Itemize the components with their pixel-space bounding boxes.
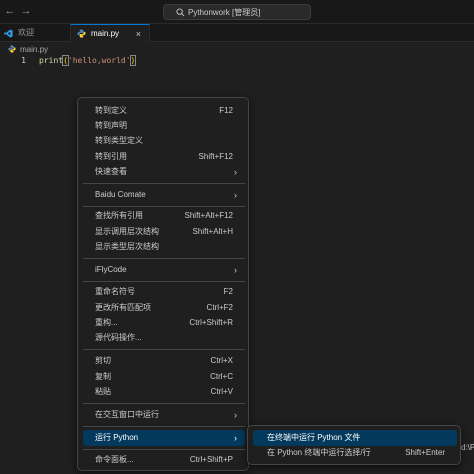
menu-item-shortcut: Ctrl+C <box>210 372 233 381</box>
menu-item-command-palette[interactable]: 命令面板... Ctrl+Shift+P <box>83 452 245 468</box>
menu-item-label: 重构... <box>95 318 118 327</box>
menu-item-label: 运行 Python <box>95 433 139 442</box>
command-center-search[interactable]: Pythonwork [管理员] <box>163 4 311 20</box>
menu-item-label: Baidu Comate <box>95 190 146 199</box>
menu-item-label: 转到定义 <box>95 106 127 115</box>
code-line[interactable]: print('hello,world') <box>39 55 137 67</box>
chevron-right-icon: › <box>234 410 237 420</box>
menu-item-paste[interactable]: 粘贴 Ctrl+V <box>83 384 245 400</box>
menu-item-label: 重命名符号 <box>95 287 135 296</box>
menu-item-label: 命令面板... <box>95 455 134 464</box>
command-center-text: Pythonwork [管理员] <box>188 8 261 17</box>
menu-separator <box>83 183 245 184</box>
menu-item-shortcut: Ctrl+X <box>210 356 233 365</box>
menu-item-label: 转到引用 <box>95 152 127 161</box>
menu-separator <box>83 258 245 259</box>
menu-item-shortcut: Ctrl+V <box>210 387 233 396</box>
code-function: print <box>39 56 64 65</box>
menu-item-shortcut: Shift+F12 <box>198 152 233 161</box>
python-icon <box>8 45 16 53</box>
menu-item-label: 源代码操作... <box>95 333 142 342</box>
menu-separator <box>83 281 245 282</box>
menu-separator <box>83 403 245 404</box>
tab-label: 欢迎 <box>18 28 34 37</box>
menu-item-label: 复制 <box>95 372 111 381</box>
code-string: 'hello,world' <box>67 56 131 65</box>
menu-item-shortcut: F12 <box>219 106 233 115</box>
menu-separator <box>83 206 245 207</box>
menu-item-find-all-references[interactable]: 查找所有引用 Shift+Alt+F12 <box>83 208 245 224</box>
menu-item-label: 剪切 <box>95 356 111 365</box>
menu-item-label: 快速查看 <box>95 167 127 176</box>
menu-item-show-type-hierarchy[interactable]: 显示类型层次结构 <box>83 239 245 255</box>
menu-separator <box>83 426 245 427</box>
chevron-right-icon: › <box>234 265 237 275</box>
menu-item-copy[interactable]: 复制 Ctrl+C <box>83 369 245 385</box>
menu-item-shortcut: F2 <box>223 287 233 296</box>
chevron-right-icon: › <box>234 190 237 200</box>
menu-item-label: 在交互窗口中运行 <box>95 410 159 419</box>
context-menu: 转到定义 F12 转到声明 转到类型定义 转到引用 Shift+F12 快速查看… <box>77 97 249 471</box>
search-icon <box>176 8 185 17</box>
menu-item-change-all-occurrences[interactable]: 更改所有匹配项 Ctrl+F2 <box>83 300 245 316</box>
breadcrumb[interactable]: main.py <box>8 44 48 54</box>
forward-arrow-icon[interactable]: → <box>19 4 33 18</box>
line-number: 1 <box>21 56 26 65</box>
menu-item-iflycode[interactable]: iFlyCode › <box>83 262 245 278</box>
menu-separator <box>83 349 245 350</box>
vscode-icon <box>4 28 13 38</box>
python-icon <box>77 29 86 38</box>
terminal-path-text: d:\Pi <box>461 443 474 452</box>
code-paren-close: ) <box>129 55 137 66</box>
menu-separator <box>83 449 245 450</box>
menu-item-shortcut: Ctrl+Shift+R <box>189 318 233 327</box>
menu-item-label: 查找所有引用 <box>95 211 143 220</box>
menu-item-label: 更改所有匹配项 <box>95 303 151 312</box>
menu-item-label: 在终端中运行 Python 文件 <box>267 433 361 442</box>
menu-item-refactor[interactable]: 重构... Ctrl+Shift+R <box>83 315 245 331</box>
breadcrumb-file: main.py <box>20 44 49 54</box>
tab-label: main.py <box>91 28 120 38</box>
close-icon[interactable]: × <box>136 28 141 40</box>
menu-item-go-to-definition[interactable]: 转到定义 F12 <box>83 103 245 119</box>
chevron-right-icon: › <box>234 167 237 177</box>
menu-item-shortcut: Shift+Alt+F12 <box>184 211 233 220</box>
menu-item-run-python-file-in-terminal[interactable]: 在终端中运行 Python 文件 <box>253 430 457 446</box>
menu-item-baidu-comate[interactable]: Baidu Comate › <box>83 187 245 203</box>
menu-item-go-to-type-definition[interactable]: 转到类型定义 <box>83 133 245 149</box>
menu-item-run-python[interactable]: 运行 Python › <box>83 430 245 446</box>
menu-item-go-to-references[interactable]: 转到引用 Shift+F12 <box>83 149 245 165</box>
run-python-submenu: 在终端中运行 Python 文件 在 Python 终端中运行选择/行 Shif… <box>247 425 461 465</box>
menu-item-run-in-interactive-window[interactable]: 在交互窗口中运行 › <box>83 407 245 423</box>
menu-item-source-action[interactable]: 源代码操作... <box>83 330 245 346</box>
menu-item-shortcut: Ctrl+F2 <box>206 303 233 312</box>
menu-item-label: 转到声明 <box>95 121 127 130</box>
menu-item-label: 在 Python 终端中运行选择/行 <box>267 448 371 457</box>
menu-item-label: 显示类型层次结构 <box>95 242 159 251</box>
menu-item-shortcut: Shift+Alt+H <box>192 227 233 236</box>
title-bar: ← → Pythonwork [管理员] <box>0 0 474 24</box>
chevron-right-icon: › <box>234 433 237 443</box>
menu-item-cut[interactable]: 剪切 Ctrl+X <box>83 353 245 369</box>
menu-item-peek[interactable]: 快速查看 › <box>83 164 245 180</box>
menu-item-show-call-hierarchy[interactable]: 显示调用层次结构 Shift+Alt+H <box>83 224 245 240</box>
menu-item-shortcut: Shift+Enter <box>405 448 445 457</box>
tab-main-py[interactable]: main.py × <box>70 24 150 42</box>
editor-tab-bar: 欢迎 main.py × <box>0 24 474 42</box>
menu-item-label: 粘贴 <box>95 387 111 396</box>
menu-item-go-to-declaration[interactable]: 转到声明 <box>83 118 245 134</box>
tab-welcome[interactable]: 欢迎 <box>0 24 70 42</box>
menu-item-label: 显示调用层次结构 <box>95 227 159 236</box>
menu-item-shortcut: Ctrl+Shift+P <box>189 455 233 464</box>
menu-item-run-selection-in-python-terminal[interactable]: 在 Python 终端中运行选择/行 Shift+Enter <box>253 445 457 461</box>
back-arrow-icon[interactable]: ← <box>3 4 17 18</box>
menu-item-label: iFlyCode <box>95 265 127 274</box>
menu-item-rename-symbol[interactable]: 重命名符号 F2 <box>83 284 245 300</box>
menu-item-label: 转到类型定义 <box>95 136 143 145</box>
